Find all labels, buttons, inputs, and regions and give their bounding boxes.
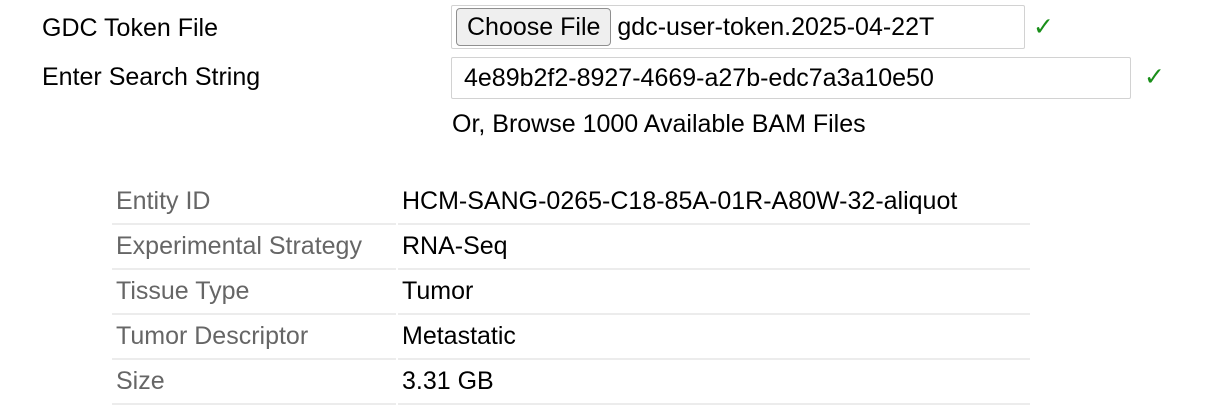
experimental-strategy-key: Experimental Strategy xyxy=(112,225,396,270)
table-row: Tissue Type Tumor xyxy=(112,270,1030,315)
search-string-label: Enter Search String xyxy=(42,63,261,91)
experimental-strategy-value: RNA-Seq xyxy=(398,225,1030,270)
tissue-type-key: Tissue Type xyxy=(112,270,396,315)
token-file-name: gdc-user-token.2025-04-22T xyxy=(617,12,935,41)
search-valid-check-icon: ✓ xyxy=(1144,63,1165,91)
tissue-type-value: Tumor xyxy=(398,270,1030,315)
table-row: Size 3.31 GB xyxy=(112,360,1030,405)
choose-file-button[interactable]: Choose File xyxy=(456,8,612,46)
table-row: Entity ID HCM-SANG-0265-C18-85A-01R-A80W… xyxy=(112,180,1030,225)
size-key: Size xyxy=(112,360,396,405)
token-valid-check-icon: ✓ xyxy=(1033,13,1054,41)
entity-id-key: Entity ID xyxy=(112,180,396,225)
token-file-input[interactable]: Choose File gdc-user-token.2025-04-22T xyxy=(451,5,1025,49)
table-row: Experimental Strategy RNA-Seq xyxy=(112,225,1030,270)
table-row: Tumor Descriptor Metastatic xyxy=(112,315,1030,360)
tumor-descriptor-key: Tumor Descriptor xyxy=(112,315,396,360)
tumor-descriptor-value: Metastatic xyxy=(398,315,1030,360)
token-file-label: GDC Token File xyxy=(42,14,218,42)
entity-id-value: HCM-SANG-0265-C18-85A-01R-A80W-32-aliquo… xyxy=(398,180,1030,225)
size-value: 3.31 GB xyxy=(398,360,1030,405)
file-details-table: Entity ID HCM-SANG-0265-C18-85A-01R-A80W… xyxy=(110,180,1032,405)
browse-bam-files-link[interactable]: Or, Browse 1000 Available BAM Files xyxy=(452,110,866,139)
search-input[interactable] xyxy=(451,57,1131,99)
